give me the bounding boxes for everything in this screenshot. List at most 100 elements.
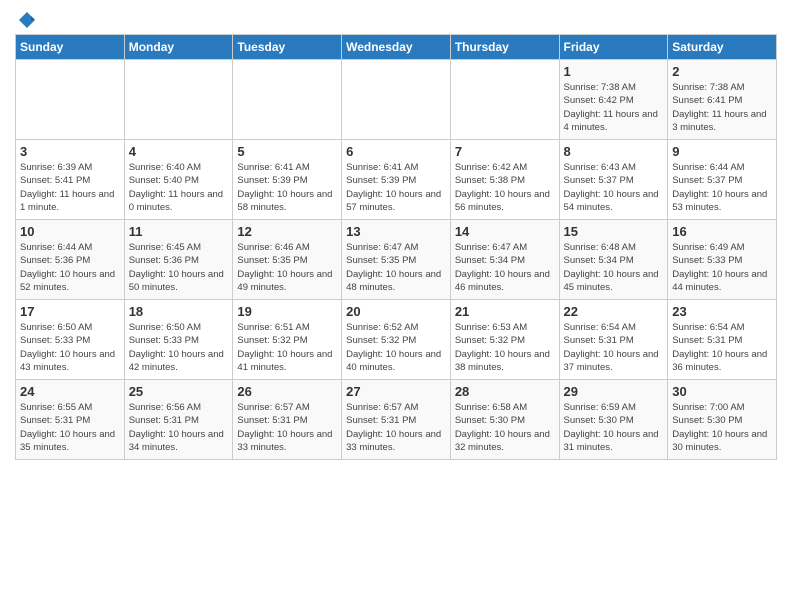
day-info: Sunrise: 6:57 AM Sunset: 5:31 PM Dayligh… bbox=[346, 401, 446, 454]
day-info: Sunrise: 7:38 AM Sunset: 6:42 PM Dayligh… bbox=[564, 81, 664, 134]
day-number: 26 bbox=[237, 384, 337, 399]
day-number: 28 bbox=[455, 384, 555, 399]
calendar-cell: 2 Sunrise: 7:38 AM Sunset: 6:41 PM Daylig… bbox=[668, 60, 777, 140]
calendar-cell: 14Sunrise: 6:47 AM Sunset: 5:34 PM Dayli… bbox=[450, 220, 559, 300]
day-info: Sunrise: 6:50 AM Sunset: 5:33 PM Dayligh… bbox=[129, 321, 229, 374]
day-number: 19 bbox=[237, 304, 337, 319]
day-number: 15 bbox=[564, 224, 664, 239]
calendar-cell: 5 Sunrise: 6:41 AM Sunset: 5:39 PM Daylig… bbox=[233, 140, 342, 220]
day-info: Sunrise: 6:56 AM Sunset: 5:31 PM Dayligh… bbox=[129, 401, 229, 454]
day-info: Sunrise: 6:55 AM Sunset: 5:31 PM Dayligh… bbox=[20, 401, 120, 454]
day-number: 18 bbox=[129, 304, 229, 319]
calendar-cell: 17Sunrise: 6:50 AM Sunset: 5:33 PM Dayli… bbox=[16, 300, 125, 380]
day-number: 29 bbox=[564, 384, 664, 399]
day-info: Sunrise: 6:58 AM Sunset: 5:30 PM Dayligh… bbox=[455, 401, 555, 454]
day-number: 6 bbox=[346, 144, 446, 159]
day-info: Sunrise: 6:53 AM Sunset: 5:32 PM Dayligh… bbox=[455, 321, 555, 374]
calendar-header-row: SundayMondayTuesdayWednesdayThursdayFrid… bbox=[16, 35, 777, 60]
calendar-cell: 6 Sunrise: 6:41 AM Sunset: 5:39 PM Daylig… bbox=[342, 140, 451, 220]
calendar-cell: 12 Sunrise: 6:46 AM Sunset: 5:35 PM Dayli… bbox=[233, 220, 342, 300]
day-info: Sunrise: 6:51 AM Sunset: 5:32 PM Dayligh… bbox=[237, 321, 337, 374]
column-header-tuesday: Tuesday bbox=[233, 35, 342, 60]
day-info: Sunrise: 6:46 AM Sunset: 5:35 PM Dayligh… bbox=[237, 241, 337, 294]
calendar-cell: 11 Sunrise: 6:45 AM Sunset: 5:36 PM Dayli… bbox=[124, 220, 233, 300]
calendar-cell bbox=[233, 60, 342, 140]
day-number: 20 bbox=[346, 304, 446, 319]
calendar-body: 1 Sunrise: 7:38 AM Sunset: 6:42 PM Daylig… bbox=[16, 60, 777, 460]
day-number: 3 bbox=[20, 144, 120, 159]
calendar-cell bbox=[342, 60, 451, 140]
calendar-cell: 1 Sunrise: 7:38 AM Sunset: 6:42 PM Daylig… bbox=[559, 60, 668, 140]
day-number: 21 bbox=[455, 304, 555, 319]
day-info: Sunrise: 6:48 AM Sunset: 5:34 PM Dayligh… bbox=[564, 241, 664, 294]
calendar-cell: 25Sunrise: 6:56 AM Sunset: 5:31 PM Dayli… bbox=[124, 380, 233, 460]
calendar-cell bbox=[450, 60, 559, 140]
day-info: Sunrise: 6:42 AM Sunset: 5:38 PM Dayligh… bbox=[455, 161, 555, 214]
day-info: Sunrise: 6:49 AM Sunset: 5:33 PM Dayligh… bbox=[672, 241, 772, 294]
day-info: Sunrise: 6:50 AM Sunset: 5:33 PM Dayligh… bbox=[20, 321, 120, 374]
day-info: Sunrise: 6:59 AM Sunset: 5:30 PM Dayligh… bbox=[564, 401, 664, 454]
calendar-cell: 30Sunrise: 7:00 AM Sunset: 5:30 PM Dayli… bbox=[668, 380, 777, 460]
calendar-cell: 3 Sunrise: 6:39 AM Sunset: 5:41 PM Daylig… bbox=[16, 140, 125, 220]
calendar-table: SundayMondayTuesdayWednesdayThursdayFrid… bbox=[15, 34, 777, 460]
calendar-cell: 16 Sunrise: 6:49 AM Sunset: 5:33 PM Dayli… bbox=[668, 220, 777, 300]
day-number: 5 bbox=[237, 144, 337, 159]
day-number: 22 bbox=[564, 304, 664, 319]
calendar-cell bbox=[124, 60, 233, 140]
column-header-monday: Monday bbox=[124, 35, 233, 60]
column-header-saturday: Saturday bbox=[668, 35, 777, 60]
day-number: 11 bbox=[129, 224, 229, 239]
day-number: 7 bbox=[455, 144, 555, 159]
calendar-cell: 23Sunrise: 6:54 AM Sunset: 5:31 PM Dayli… bbox=[668, 300, 777, 380]
calendar-cell: 18 Sunrise: 6:50 AM Sunset: 5:33 PM Dayli… bbox=[124, 300, 233, 380]
day-info: Sunrise: 7:38 AM Sunset: 6:41 PM Dayligh… bbox=[672, 81, 772, 134]
day-number: 12 bbox=[237, 224, 337, 239]
calendar-cell: 4Sunrise: 6:40 AM Sunset: 5:40 PM Daylig… bbox=[124, 140, 233, 220]
calendar-cell: 24Sunrise: 6:55 AM Sunset: 5:31 PM Dayli… bbox=[16, 380, 125, 460]
day-number: 10 bbox=[20, 224, 120, 239]
day-info: Sunrise: 6:45 AM Sunset: 5:36 PM Dayligh… bbox=[129, 241, 229, 294]
calendar-week-row: 17Sunrise: 6:50 AM Sunset: 5:33 PM Dayli… bbox=[16, 300, 777, 380]
column-header-wednesday: Wednesday bbox=[342, 35, 451, 60]
calendar-cell: 22 Sunrise: 6:54 AM Sunset: 5:31 PM Dayli… bbox=[559, 300, 668, 380]
day-info: Sunrise: 7:00 AM Sunset: 5:30 PM Dayligh… bbox=[672, 401, 772, 454]
day-info: Sunrise: 6:54 AM Sunset: 5:31 PM Dayligh… bbox=[564, 321, 664, 374]
calendar-week-row: 1 Sunrise: 7:38 AM Sunset: 6:42 PM Daylig… bbox=[16, 60, 777, 140]
column-header-sunday: Sunday bbox=[16, 35, 125, 60]
day-number: 13 bbox=[346, 224, 446, 239]
calendar-cell: 27Sunrise: 6:57 AM Sunset: 5:31 PM Dayli… bbox=[342, 380, 451, 460]
day-info: Sunrise: 6:44 AM Sunset: 5:36 PM Dayligh… bbox=[20, 241, 120, 294]
day-number: 8 bbox=[564, 144, 664, 159]
column-header-friday: Friday bbox=[559, 35, 668, 60]
logo bbox=[15, 10, 37, 26]
calendar-week-row: 3 Sunrise: 6:39 AM Sunset: 5:41 PM Daylig… bbox=[16, 140, 777, 220]
calendar-cell: 15 Sunrise: 6:48 AM Sunset: 5:34 PM Dayli… bbox=[559, 220, 668, 300]
calendar-cell: 20 Sunrise: 6:52 AM Sunset: 5:32 PM Dayli… bbox=[342, 300, 451, 380]
day-info: Sunrise: 6:52 AM Sunset: 5:32 PM Dayligh… bbox=[346, 321, 446, 374]
calendar-week-row: 24Sunrise: 6:55 AM Sunset: 5:31 PM Dayli… bbox=[16, 380, 777, 460]
day-info: Sunrise: 6:40 AM Sunset: 5:40 PM Dayligh… bbox=[129, 161, 229, 214]
day-number: 1 bbox=[564, 64, 664, 79]
calendar-cell: 8 Sunrise: 6:43 AM Sunset: 5:37 PM Daylig… bbox=[559, 140, 668, 220]
calendar-cell: 13Sunrise: 6:47 AM Sunset: 5:35 PM Dayli… bbox=[342, 220, 451, 300]
calendar-cell: 26 Sunrise: 6:57 AM Sunset: 5:31 PM Dayli… bbox=[233, 380, 342, 460]
page-header bbox=[15, 10, 777, 26]
day-number: 14 bbox=[455, 224, 555, 239]
calendar-cell: 7 Sunrise: 6:42 AM Sunset: 5:38 PM Daylig… bbox=[450, 140, 559, 220]
calendar-cell: 21 Sunrise: 6:53 AM Sunset: 5:32 PM Dayli… bbox=[450, 300, 559, 380]
calendar-week-row: 10 Sunrise: 6:44 AM Sunset: 5:36 PM Dayli… bbox=[16, 220, 777, 300]
day-info: Sunrise: 6:44 AM Sunset: 5:37 PM Dayligh… bbox=[672, 161, 772, 214]
calendar-cell: 29 Sunrise: 6:59 AM Sunset: 5:30 PM Dayli… bbox=[559, 380, 668, 460]
day-info: Sunrise: 6:43 AM Sunset: 5:37 PM Dayligh… bbox=[564, 161, 664, 214]
day-info: Sunrise: 6:41 AM Sunset: 5:39 PM Dayligh… bbox=[346, 161, 446, 214]
calendar-cell: 9 Sunrise: 6:44 AM Sunset: 5:37 PM Daylig… bbox=[668, 140, 777, 220]
calendar-cell bbox=[16, 60, 125, 140]
day-number: 2 bbox=[672, 64, 772, 79]
day-info: Sunrise: 6:41 AM Sunset: 5:39 PM Dayligh… bbox=[237, 161, 337, 214]
day-number: 9 bbox=[672, 144, 772, 159]
day-number: 23 bbox=[672, 304, 772, 319]
day-info: Sunrise: 6:57 AM Sunset: 5:31 PM Dayligh… bbox=[237, 401, 337, 454]
logo-icon bbox=[17, 10, 37, 30]
day-info: Sunrise: 6:39 AM Sunset: 5:41 PM Dayligh… bbox=[20, 161, 120, 214]
day-number: 16 bbox=[672, 224, 772, 239]
